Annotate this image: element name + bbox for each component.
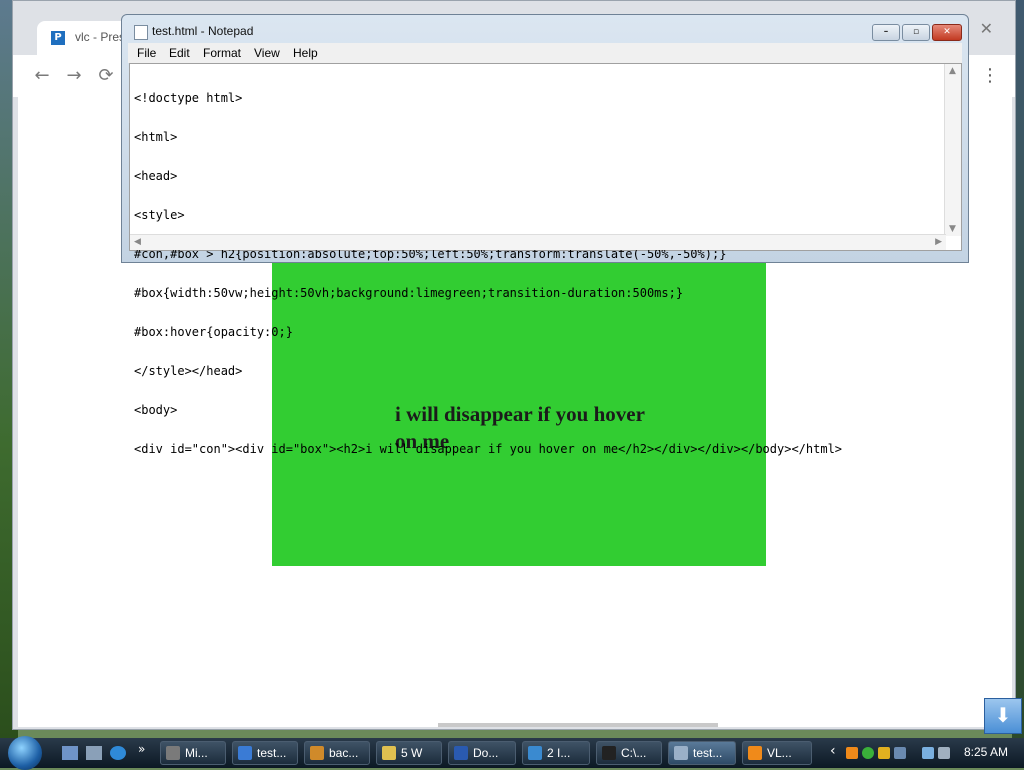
scroll-down-icon[interactable]: ▼ bbox=[949, 224, 956, 234]
clock[interactable]: 8:25 AM bbox=[964, 745, 1008, 759]
browser-tab-title: vlc - Pres bbox=[75, 30, 126, 44]
taskbar-button[interactable]: Mi... bbox=[160, 741, 226, 765]
menu-edit[interactable]: Edit bbox=[169, 46, 190, 60]
vertical-scrollbar[interactable]: ▲ ▼ bbox=[944, 64, 961, 236]
close-button[interactable]: ✕ bbox=[932, 24, 962, 41]
taskbar-button[interactable]: VL... bbox=[742, 741, 812, 765]
taskbar-app-icon bbox=[528, 746, 542, 760]
horizontal-scrollbar[interactable]: ◀ ▶ bbox=[130, 234, 946, 250]
taskbar-app-icon bbox=[454, 746, 468, 760]
notepad-title: test.html - Notepad bbox=[152, 24, 254, 38]
taskbar-button[interactable]: C:\... bbox=[596, 741, 662, 765]
scroll-right-icon[interactable]: ▶ bbox=[935, 237, 942, 247]
security-shield-icon[interactable] bbox=[878, 747, 890, 759]
horizontal-scrollbar[interactable] bbox=[438, 723, 718, 727]
taskbar-button-label: Do... bbox=[473, 746, 499, 760]
taskbar-button[interactable]: 2 I... bbox=[522, 741, 590, 765]
notepad-text-area[interactable]: <!doctype html> <html> <head> <style> #c… bbox=[129, 63, 962, 456]
code-line: <body> bbox=[134, 403, 178, 417]
taskbar-button-label: VL... bbox=[767, 746, 792, 760]
internet-explorer-icon[interactable] bbox=[110, 746, 126, 760]
start-orb-icon[interactable] bbox=[8, 736, 42, 770]
minimize-button[interactable]: – bbox=[872, 24, 900, 41]
scroll-left-icon[interactable]: ◀ bbox=[134, 237, 141, 247]
taskbar-button-label: test... bbox=[693, 746, 723, 760]
browser-close-icon[interactable]: ✕ bbox=[980, 19, 993, 38]
taskbar-button-label: 2 I... bbox=[547, 746, 571, 760]
maximize-button[interactable]: ▫ bbox=[902, 24, 930, 41]
taskbar-app-icon bbox=[674, 746, 688, 760]
tray-expand-icon[interactable]: ‹ bbox=[830, 743, 842, 759]
green-tray-icon[interactable] bbox=[862, 747, 874, 759]
taskbar-app-icon bbox=[748, 746, 762, 760]
taskbar-button[interactable]: bac... bbox=[304, 741, 370, 765]
reload-icon[interactable]: ⟳ bbox=[95, 65, 117, 87]
switch-windows-icon[interactable] bbox=[86, 746, 102, 760]
code-line: <html> bbox=[134, 130, 178, 144]
network-icon[interactable] bbox=[922, 747, 934, 759]
taskbar-button-label: 5 W bbox=[401, 746, 423, 760]
notepad-window: test.html - Notepad – ▫ ✕ File Edit Form… bbox=[121, 14, 969, 456]
download-arrow-icon[interactable]: ⬇ bbox=[984, 698, 1022, 734]
code-text: <!doctype html> <html> <head> <style> #c… bbox=[134, 66, 842, 482]
taskbar-button-label: C:\... bbox=[621, 746, 647, 760]
taskbar-app-icon bbox=[310, 746, 324, 760]
notepad-menubar: File Edit Format View Help bbox=[128, 43, 962, 63]
taskbar-button[interactable]: 5 W bbox=[376, 741, 442, 765]
quicklaunch-overflow-icon[interactable]: » bbox=[138, 742, 154, 756]
presentation-favicon-icon: P bbox=[51, 31, 65, 45]
taskbar-button[interactable]: test... bbox=[232, 741, 298, 765]
menu-help[interactable]: Help bbox=[293, 46, 318, 60]
taskbar-app-icon bbox=[602, 746, 616, 760]
menu-view[interactable]: View bbox=[254, 46, 280, 60]
taskbar: » Mi... test... bac... 5 W Do... 2 I... C:\...… bbox=[0, 736, 1024, 770]
code-line: <style> bbox=[134, 208, 185, 222]
taskbar-app-icon bbox=[166, 746, 180, 760]
browser-tab[interactable]: P vlc - Pres bbox=[37, 21, 133, 55]
show-desktop-icon[interactable] bbox=[62, 746, 78, 760]
taskbar-app-icon bbox=[382, 746, 396, 760]
scroll-up-icon[interactable]: ▲ bbox=[949, 66, 956, 76]
menu-file[interactable]: File bbox=[137, 46, 156, 60]
code-line: <head> bbox=[134, 169, 178, 183]
menu-format[interactable]: Format bbox=[203, 46, 241, 60]
notepad-icon bbox=[134, 25, 148, 40]
taskbar-button-label: test... bbox=[257, 746, 287, 760]
system-tray: ‹ 8:25 AM bbox=[824, 738, 1024, 768]
back-arrow-icon[interactable]: ← bbox=[31, 65, 53, 87]
taskbar-button[interactable]: test... bbox=[668, 741, 736, 765]
code-line: <div id="con"><div id="box"><h2>i will d… bbox=[134, 442, 843, 456]
browser-menu-icon[interactable]: ⋮ bbox=[981, 65, 999, 86]
code-line: #box:hover{opacity:0;} bbox=[134, 325, 293, 339]
code-line: <!doctype html> bbox=[134, 91, 243, 105]
forward-arrow-icon[interactable]: → bbox=[63, 65, 85, 87]
volume-icon[interactable] bbox=[938, 747, 950, 759]
code-line: #box{width:50vw;height:50vh;background:l… bbox=[134, 286, 684, 300]
taskbar-button[interactable]: Do... bbox=[448, 741, 516, 765]
taskbar-button-label: bac... bbox=[329, 746, 359, 760]
tray-app-icon[interactable] bbox=[894, 747, 906, 759]
taskbar-app-icon bbox=[238, 746, 252, 760]
taskbar-button-label: Mi... bbox=[185, 746, 208, 760]
vlc-tray-icon[interactable] bbox=[846, 747, 858, 759]
code-line: </style></head> bbox=[134, 364, 243, 378]
